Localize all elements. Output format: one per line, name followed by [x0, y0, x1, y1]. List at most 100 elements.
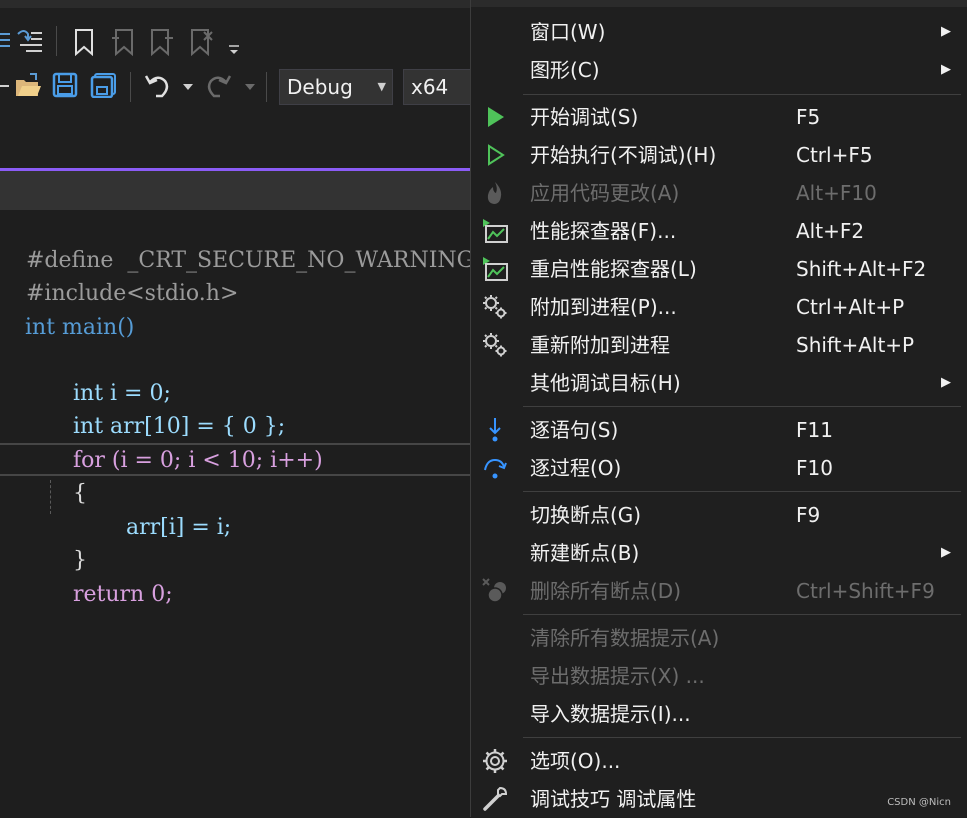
redo-icon[interactable]: [204, 72, 232, 100]
solution-platform-value: x64: [411, 75, 449, 99]
menu-separator: [523, 491, 961, 492]
new-item-icon[interactable]: [0, 74, 10, 98]
menu-header-sliver: [471, 0, 967, 7]
menu-item-label: 开始调试(S): [530, 105, 639, 129]
menu-item-label: 开始执行(不调试)(H): [530, 143, 717, 167]
menu-item-label: 清除所有数据提示(A): [530, 626, 720, 650]
menu-item-shortcut: Alt+F2: [796, 219, 865, 243]
clear-bookmarks-icon[interactable]: [188, 28, 214, 56]
lines-icon[interactable]: [0, 30, 12, 52]
menu-item-restart-performance-profiler[interactable]: 重启性能探查器(L) Shift+Alt+F2: [471, 250, 967, 288]
menu-item-shortcut: F5: [796, 105, 821, 129]
menu-item-clear-all-datatips[interactable]: 清除所有数据提示(A): [471, 619, 967, 657]
menu-separator: [523, 406, 961, 407]
menu-item-performance-profiler[interactable]: 性能探查器(F)... Alt+F2: [471, 212, 967, 250]
submenu-arrow-icon: ▶: [941, 375, 951, 390]
solution-configuration-dropdown[interactable]: Debug ▼: [279, 69, 393, 105]
menu-item-label: 选项(O)...: [530, 749, 621, 773]
debug-menu: 窗口(W) ▶ 图形(C) ▶ 开始调试(S) F5 开始执行(不调试)(H) …: [470, 0, 967, 817]
menu-item-step-into[interactable]: 逐语句(S) F11: [471, 411, 967, 449]
menu-item-label: 导出数据提示(X) ...: [530, 664, 705, 688]
toolbar-separator: [130, 72, 131, 102]
menu-item-label: 新建断点(B): [530, 541, 640, 565]
menu-item-shortcut: F9: [796, 503, 821, 527]
restart-profiler-icon: [483, 257, 508, 281]
code-line-return: return 0;: [45, 545, 173, 607]
code-line-close-brace: }: [45, 511, 87, 573]
toolbar-separator: [56, 26, 57, 56]
code-line-open-brace: {: [45, 444, 87, 506]
code-line-int-arr: int arr[10] = { 0 };: [45, 377, 285, 439]
menu-item-shortcut: Alt+F10: [796, 181, 877, 205]
menu-item-reattach-to-process[interactable]: 重新附加到进程 Shift+Alt+P: [471, 326, 967, 364]
flame-icon: [487, 182, 502, 204]
menu-item-toggle-breakpoint[interactable]: 切换断点(G) F9: [471, 496, 967, 534]
previous-bookmark-icon[interactable]: [110, 28, 136, 56]
toolbar-standard: Debug ▼ x64: [0, 64, 470, 110]
save-all-icon[interactable]: [90, 72, 118, 98]
menu-item-step-over[interactable]: 逐过程(O) F10: [471, 449, 967, 487]
menu-item-label: 重新附加到进程: [530, 333, 670, 357]
menu-item-other-debug-targets[interactable]: 其他调试目标(H) ▶: [471, 364, 967, 402]
menu-item-label: 逐语句(S): [530, 418, 619, 442]
play-outline-icon: [488, 144, 505, 166]
menu-item-start-debugging[interactable]: 开始调试(S) F5: [471, 98, 967, 136]
menu-item-import-datatips[interactable]: 导入数据提示(I)...: [471, 695, 967, 733]
gears-icon: [483, 295, 507, 319]
submenu-arrow-icon: ▶: [941, 545, 951, 560]
menu-item-shortcut: Ctrl+F5: [796, 143, 873, 167]
menu-item-shortcut: Ctrl+Alt+P: [796, 295, 905, 319]
menu-item-label: 切换断点(G): [530, 503, 642, 527]
menu-item-label: 删除所有断点(D): [530, 579, 682, 603]
menu-item-new-breakpoint[interactable]: 新建断点(B) ▶: [471, 534, 967, 572]
gear-icon: [483, 749, 507, 773]
redo-dropdown-icon[interactable]: [244, 82, 256, 92]
code-line-define: #define _CRT_SECURE_NO_WARNINGS: [0, 211, 470, 273]
submenu-arrow-icon: ▶: [941, 62, 951, 77]
toolbar-separator: [266, 72, 267, 102]
undo-icon[interactable]: [144, 72, 172, 100]
menu-item-start-without-debugging[interactable]: 开始执行(不调试)(H) Ctrl+F5: [471, 136, 967, 174]
menu-item-label: 图形(C): [530, 58, 600, 82]
solution-configuration-value: Debug: [287, 75, 353, 99]
open-folder-icon[interactable]: [14, 72, 42, 98]
wrench-icon: [483, 786, 508, 811]
menu-item-shortcut: Ctrl+Shift+F9: [796, 579, 935, 603]
menu-item-label: 性能探查器(F)...: [530, 219, 677, 243]
menu-item-label: 重启性能探查器(L): [530, 257, 697, 281]
menu-item-shortcut: F11: [796, 418, 833, 442]
document-tab-strip: [0, 171, 470, 210]
menu-item-attach-to-process[interactable]: 附加到进程(P)... Ctrl+Alt+P: [471, 288, 967, 326]
play-filled-icon: [488, 107, 504, 127]
next-bookmark-icon[interactable]: [148, 28, 174, 56]
menu-separator: [523, 737, 961, 738]
menu-item-delete-all-breakpoints[interactable]: 删除所有断点(D) Ctrl+Shift+F9: [471, 572, 967, 610]
bookmark-icon[interactable]: [72, 28, 96, 56]
undo-dropdown-icon[interactable]: [182, 82, 194, 92]
performance-profiler-icon: [483, 219, 508, 243]
code-text: return 0;: [72, 582, 173, 607]
menu-item-label: 其他调试目标(H): [530, 371, 681, 395]
solution-platform-dropdown[interactable]: x64: [403, 69, 470, 105]
toolbar-overflow-icon[interactable]: [228, 44, 240, 56]
wrap-lines-icon[interactable]: [16, 28, 44, 54]
step-into-icon: [489, 418, 501, 442]
menu-item-label: 窗口(W): [530, 20, 606, 44]
menu-item-label: 逐过程(O): [530, 456, 622, 480]
code-line-for: for (i = 0; i < 10; i++): [45, 411, 323, 473]
menu-item-shortcut: F10: [796, 456, 833, 480]
menu-item-apply-code-changes[interactable]: 应用代码更改(A) Alt+F10: [471, 174, 967, 212]
menu-item-label: 附加到进程(P)...: [530, 295, 677, 319]
menu-separator: [523, 614, 961, 615]
menu-item-export-datatips[interactable]: 导出数据提示(X) ...: [471, 657, 967, 695]
save-icon[interactable]: [52, 72, 78, 98]
code-line-int-i: int i = 0;: [45, 344, 171, 406]
ide-window: Debug ▼ x64 #define _CRT_SECURE_NO_WARNI…: [0, 0, 470, 817]
menu-item-graphics[interactable]: 图形(C) ▶: [471, 51, 967, 89]
menu-item-shortcut: Shift+Alt+P: [796, 333, 915, 357]
menu-item-windows[interactable]: 窗口(W) ▶: [471, 13, 967, 51]
menu-item-options[interactable]: 选项(O)...: [471, 742, 967, 780]
menu-item-label: 导入数据提示(I)...: [530, 702, 691, 726]
step-over-icon: [484, 458, 507, 479]
chevron-down-icon: ▼: [377, 80, 386, 93]
